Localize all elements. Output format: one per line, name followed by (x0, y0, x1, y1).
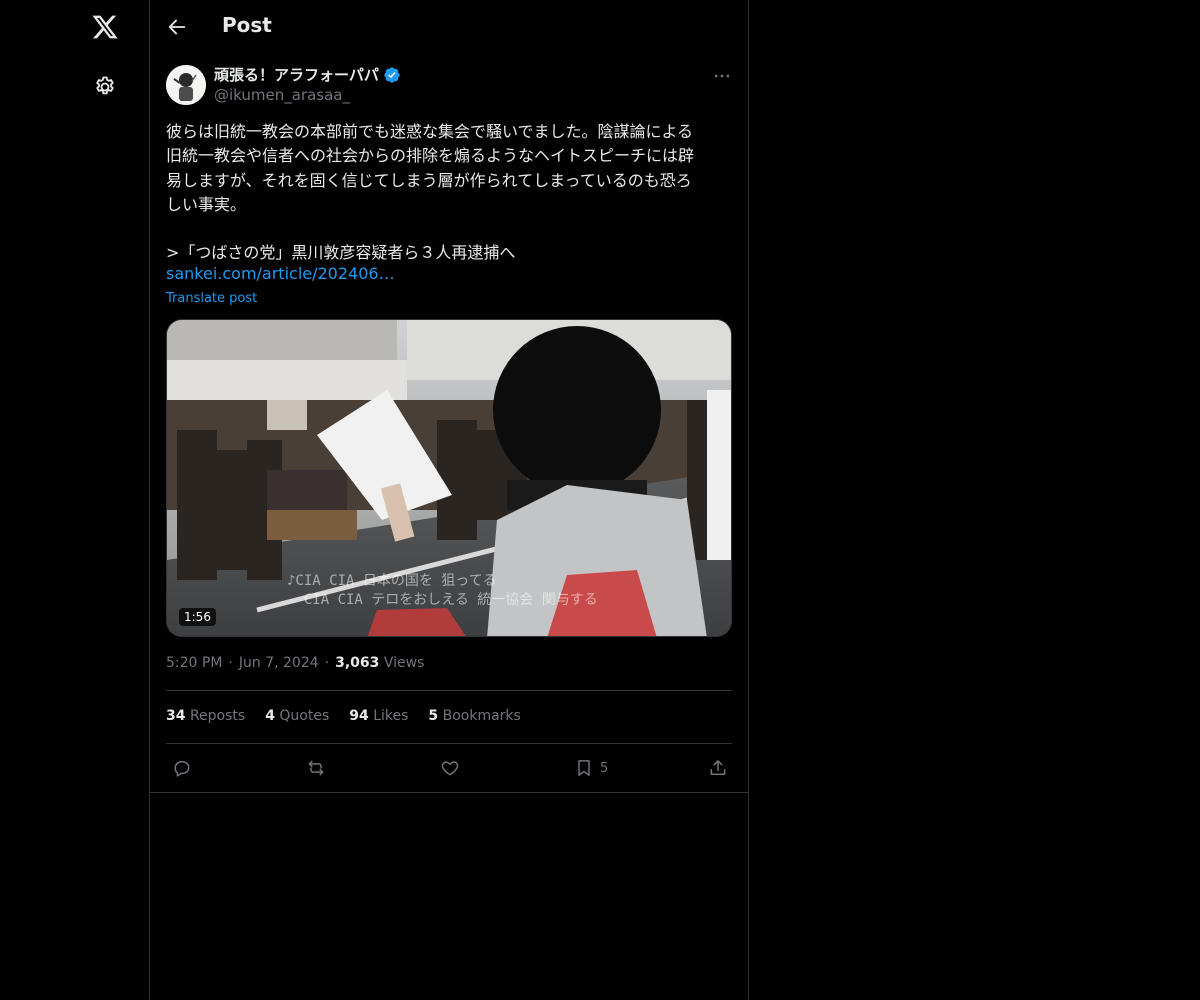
bookmark-icon (578, 760, 590, 776)
translate-post-link[interactable]: Translate post (166, 291, 257, 306)
share-icon (710, 760, 726, 775)
likes-label: Likes (373, 708, 409, 724)
heart-icon (441, 761, 459, 776)
reposts-count: 34 (166, 708, 186, 724)
article-link[interactable]: sankei.com/article/202406… (166, 264, 395, 283)
bookmarks-label: Bookmarks (442, 708, 521, 724)
quotes-label: Quotes (279, 708, 330, 724)
post-time[interactable]: 5:20 PM (166, 655, 222, 671)
share-button[interactable] (708, 755, 728, 781)
reposts-label: Reposts (189, 708, 246, 724)
likes-count: 94 (349, 708, 369, 724)
video-duration-badge: 1:56 (179, 608, 216, 626)
reposts-stat[interactable]: 34 Reposts (166, 708, 245, 724)
views[interactable]: 3,063 Views (335, 655, 424, 671)
action-bar: 5 (166, 755, 732, 781)
like-button[interactable] (440, 755, 460, 781)
post-column: Post 頑張る！アラフォーパパ @ikumen_arasaa_ 彼らは旧統一教… (149, 0, 749, 1000)
post-text: 彼らは旧統一教会の本部前でも迷惑な集会で騒いでました。陰謀論による 旧統一教会や… (166, 122, 695, 263)
author-display-name[interactable]: 頑張る！アラフォーパパ (214, 64, 379, 85)
repost-icon (308, 760, 324, 776)
divider (150, 792, 748, 793)
video-subtitle: ♪CIA CIA 日本の国を 狙ってる CIA CIA テロをおしえる 統一協会… (287, 572, 598, 610)
video-subtitle-line-2: CIA CIA テロをおしえる 統一協会 関与する (303, 592, 598, 608)
left-rail (0, 0, 149, 1000)
author-name-row[interactable]: 頑張る！アラフォーパパ (214, 64, 401, 85)
video-subtitle-line-1: ♪CIA CIA 日本の国を 狙ってる (287, 573, 497, 589)
quotes-count: 4 (265, 708, 275, 724)
bookmark-count: 5 (600, 760, 609, 776)
gear-icon[interactable] (93, 75, 117, 99)
engagement-stats: 34 Reposts 4 Quotes 94 Likes 5 Bookmarks (166, 708, 521, 724)
x-logo-icon[interactable] (91, 13, 119, 41)
post-header: Post (150, 0, 748, 53)
arrow-left-icon[interactable] (166, 16, 188, 38)
avatar[interactable] (166, 65, 206, 105)
avatar-illustration (166, 65, 206, 105)
bookmarks-count: 5 (428, 708, 439, 724)
post-meta: 5:20 PM · Jun 7, 2024 · 3,063 Views (166, 655, 424, 671)
meta-separator: · (324, 655, 330, 671)
reply-button[interactable] (172, 755, 192, 781)
post-date[interactable]: Jun 7, 2024 (239, 655, 319, 671)
more-options-icon[interactable] (712, 66, 732, 86)
divider (166, 690, 732, 691)
meta-separator: · (228, 655, 233, 671)
author-handle[interactable]: @ikumen_arasaa_ (214, 86, 350, 104)
reply-icon (174, 761, 190, 777)
views-label: Views (383, 655, 425, 671)
page-title: Post (222, 13, 272, 37)
quotes-stat[interactable]: 4 Quotes (265, 708, 329, 724)
repost-button[interactable] (306, 755, 326, 781)
bookmark-button[interactable]: 5 (574, 755, 608, 781)
divider (166, 743, 732, 744)
bookmarks-stat[interactable]: 5 Bookmarks (428, 708, 520, 724)
likes-stat[interactable]: 94 Likes (349, 708, 408, 724)
verified-badge-icon (384, 66, 400, 83)
video-player[interactable]: ♪CIA CIA 日本の国を 狙ってる CIA CIA テロをおしえる 統一協会… (166, 319, 732, 637)
views-count: 3,063 (335, 655, 380, 671)
